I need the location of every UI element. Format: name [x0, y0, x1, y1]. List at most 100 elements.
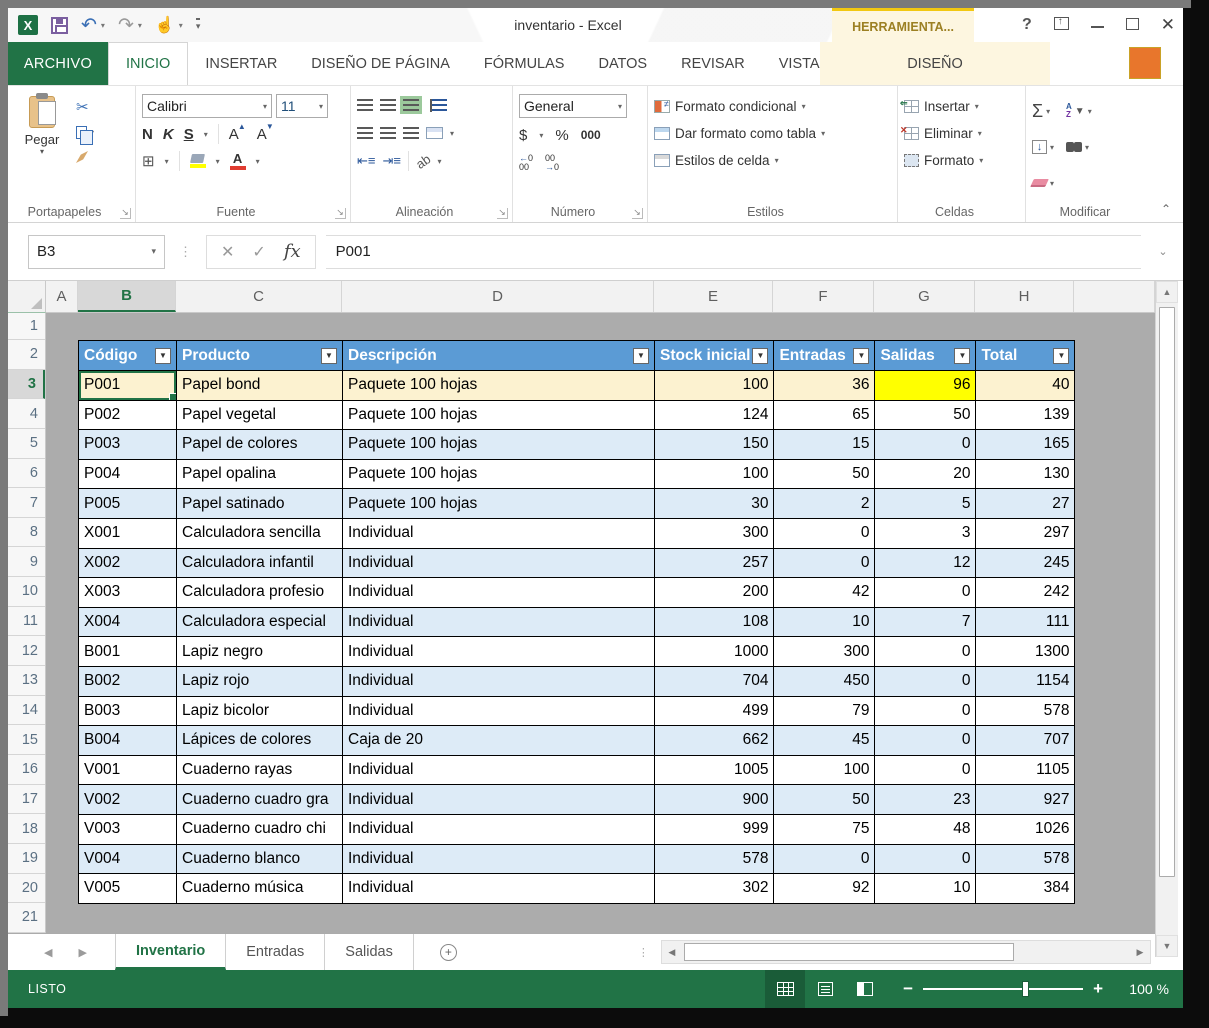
sheet-grid[interactable]: Código▼Producto▼Descripción▼Stock inicia… [46, 313, 1155, 933]
align-center-icon[interactable] [380, 127, 396, 139]
expand-formula-bar-icon[interactable]: ⌄ [1149, 245, 1177, 258]
cell[interactable]: 900 [655, 785, 774, 815]
cell[interactable]: 300 [774, 637, 875, 667]
column-header-d[interactable]: D [342, 281, 654, 312]
new-sheet-button[interactable]: + [414, 934, 483, 970]
alineacion-dialog-launcher-icon[interactable]: ↘ [497, 208, 508, 219]
tab-inicio[interactable]: INICIO [108, 42, 188, 85]
cell[interactable]: 0 [875, 430, 976, 460]
cell[interactable]: 0 [774, 518, 875, 548]
cell[interactable]: 0 [774, 548, 875, 578]
row-header-20[interactable]: 20 [8, 874, 45, 904]
zoom-slider[interactable] [923, 988, 1083, 990]
cell[interactable]: 302 [655, 874, 774, 904]
font-name-select[interactable]: Calibri▾ [142, 94, 272, 118]
row-header-6[interactable]: 6 [8, 459, 45, 489]
cell[interactable]: X001 [79, 518, 177, 548]
cell[interactable]: Cuaderno rayas [177, 755, 343, 785]
row-header-1[interactable]: 1 [8, 313, 45, 340]
row-header-8[interactable]: 8 [8, 518, 45, 548]
fill-button[interactable]: ↓▾ [1032, 137, 1054, 157]
scroll-left-icon[interactable]: ◀ [662, 941, 682, 963]
header-código[interactable]: Código▼ [79, 341, 177, 371]
cell[interactable]: 1000 [655, 637, 774, 667]
cell[interactable]: Individual [343, 518, 655, 548]
row-header-11[interactable]: 11 [8, 607, 45, 637]
clear-button[interactable]: ▾ [1032, 173, 1054, 193]
cell[interactable]: 0 [875, 696, 976, 726]
cell[interactable]: Cuaderno cuadro gra [177, 785, 343, 815]
cell[interactable]: 3 [875, 518, 976, 548]
row-header-14[interactable]: 14 [8, 696, 45, 726]
cell[interactable]: 1300 [976, 637, 1075, 667]
close-button[interactable]: ✕ [1161, 15, 1175, 35]
underline-dropdown-icon[interactable]: ▾ [204, 130, 208, 139]
orientation-icon[interactable]: ab [413, 151, 433, 172]
cell[interactable]: 150 [655, 430, 774, 460]
cell[interactable]: V001 [79, 755, 177, 785]
cell[interactable]: 108 [655, 607, 774, 637]
cell[interactable]: 100 [774, 755, 875, 785]
row-header-3[interactable]: 3 [8, 370, 45, 400]
align-top-icon[interactable] [357, 99, 373, 111]
cell[interactable]: B003 [79, 696, 177, 726]
header-entradas[interactable]: Entradas▼ [774, 341, 875, 371]
cell[interactable]: P004 [79, 459, 177, 489]
cell[interactable]: 1005 [655, 755, 774, 785]
cell[interactable]: Paquete 100 hojas [343, 430, 655, 460]
cell[interactable]: 245 [976, 548, 1075, 578]
cell[interactable]: 130 [976, 459, 1075, 489]
cell[interactable]: Individual [343, 696, 655, 726]
header-stock-inicial[interactable]: Stock inicial▼ [655, 341, 774, 371]
cell[interactable]: 1105 [976, 755, 1075, 785]
sheet-prev-icon[interactable]: ◀ [44, 946, 52, 959]
row-header-4[interactable]: 4 [8, 399, 45, 429]
column-header-e[interactable]: E [654, 281, 773, 312]
cell[interactable]: 50 [774, 459, 875, 489]
cell[interactable]: 200 [655, 578, 774, 608]
column-header-h[interactable]: H [975, 281, 1074, 312]
comma-format-button[interactable]: 000 [581, 128, 601, 142]
cell[interactable]: 10 [774, 607, 875, 637]
borders-icon[interactable]: ⊞ [142, 152, 155, 170]
cell[interactable]: 92 [774, 874, 875, 904]
touch-mode-icon[interactable]: ☝ [155, 15, 175, 35]
filter-dropdown-icon[interactable]: ▼ [155, 348, 171, 364]
zoom-slider-thumb[interactable] [1022, 981, 1029, 997]
cell[interactable]: 10 [875, 874, 976, 904]
cell[interactable]: Papel vegetal [177, 400, 343, 430]
cell[interactable]: X004 [79, 607, 177, 637]
cell[interactable]: 257 [655, 548, 774, 578]
formula-input[interactable]: P001 [326, 235, 1141, 269]
filter-dropdown-icon[interactable]: ▼ [633, 348, 649, 364]
cell[interactable]: P003 [79, 430, 177, 460]
borders-dropdown-icon[interactable]: ▾ [165, 157, 169, 166]
cell[interactable]: 704 [655, 666, 774, 696]
wrap-text-icon[interactable] [430, 99, 447, 112]
percent-format-button[interactable]: % [555, 127, 568, 144]
minimize-button[interactable] [1091, 17, 1104, 34]
cell[interactable]: 242 [976, 578, 1075, 608]
cell[interactable]: Papel de colores [177, 430, 343, 460]
column-header-b[interactable]: B [78, 281, 176, 312]
cell[interactable]: 707 [976, 726, 1075, 756]
sheet-tab-entradas[interactable]: Entradas [226, 934, 325, 970]
cell[interactable]: Individual [343, 578, 655, 608]
underline-button[interactable]: S [184, 126, 194, 143]
align-bottom-icon[interactable] [403, 99, 419, 111]
sheet-next-icon[interactable]: ▶ [78, 946, 86, 959]
paste-button[interactable]: Pegar ▾ [14, 92, 70, 198]
align-left-icon[interactable] [357, 127, 373, 139]
cell[interactable]: 2 [774, 489, 875, 519]
autosum-button[interactable]: Σ▾ [1032, 101, 1054, 121]
cell[interactable]: Lápices de colores [177, 726, 343, 756]
cell[interactable]: Papel satinado [177, 489, 343, 519]
cell[interactable]: Paquete 100 hojas [343, 371, 655, 401]
cell[interactable]: B004 [79, 726, 177, 756]
cell[interactable]: Lapiz rojo [177, 666, 343, 696]
fill-color-dropdown-icon[interactable]: ▾ [216, 157, 220, 166]
fuente-dialog-launcher-icon[interactable]: ↘ [335, 208, 346, 219]
cell[interactable]: 0 [875, 755, 976, 785]
header-descripción[interactable]: Descripción▼ [343, 341, 655, 371]
cell[interactable]: Paquete 100 hojas [343, 459, 655, 489]
